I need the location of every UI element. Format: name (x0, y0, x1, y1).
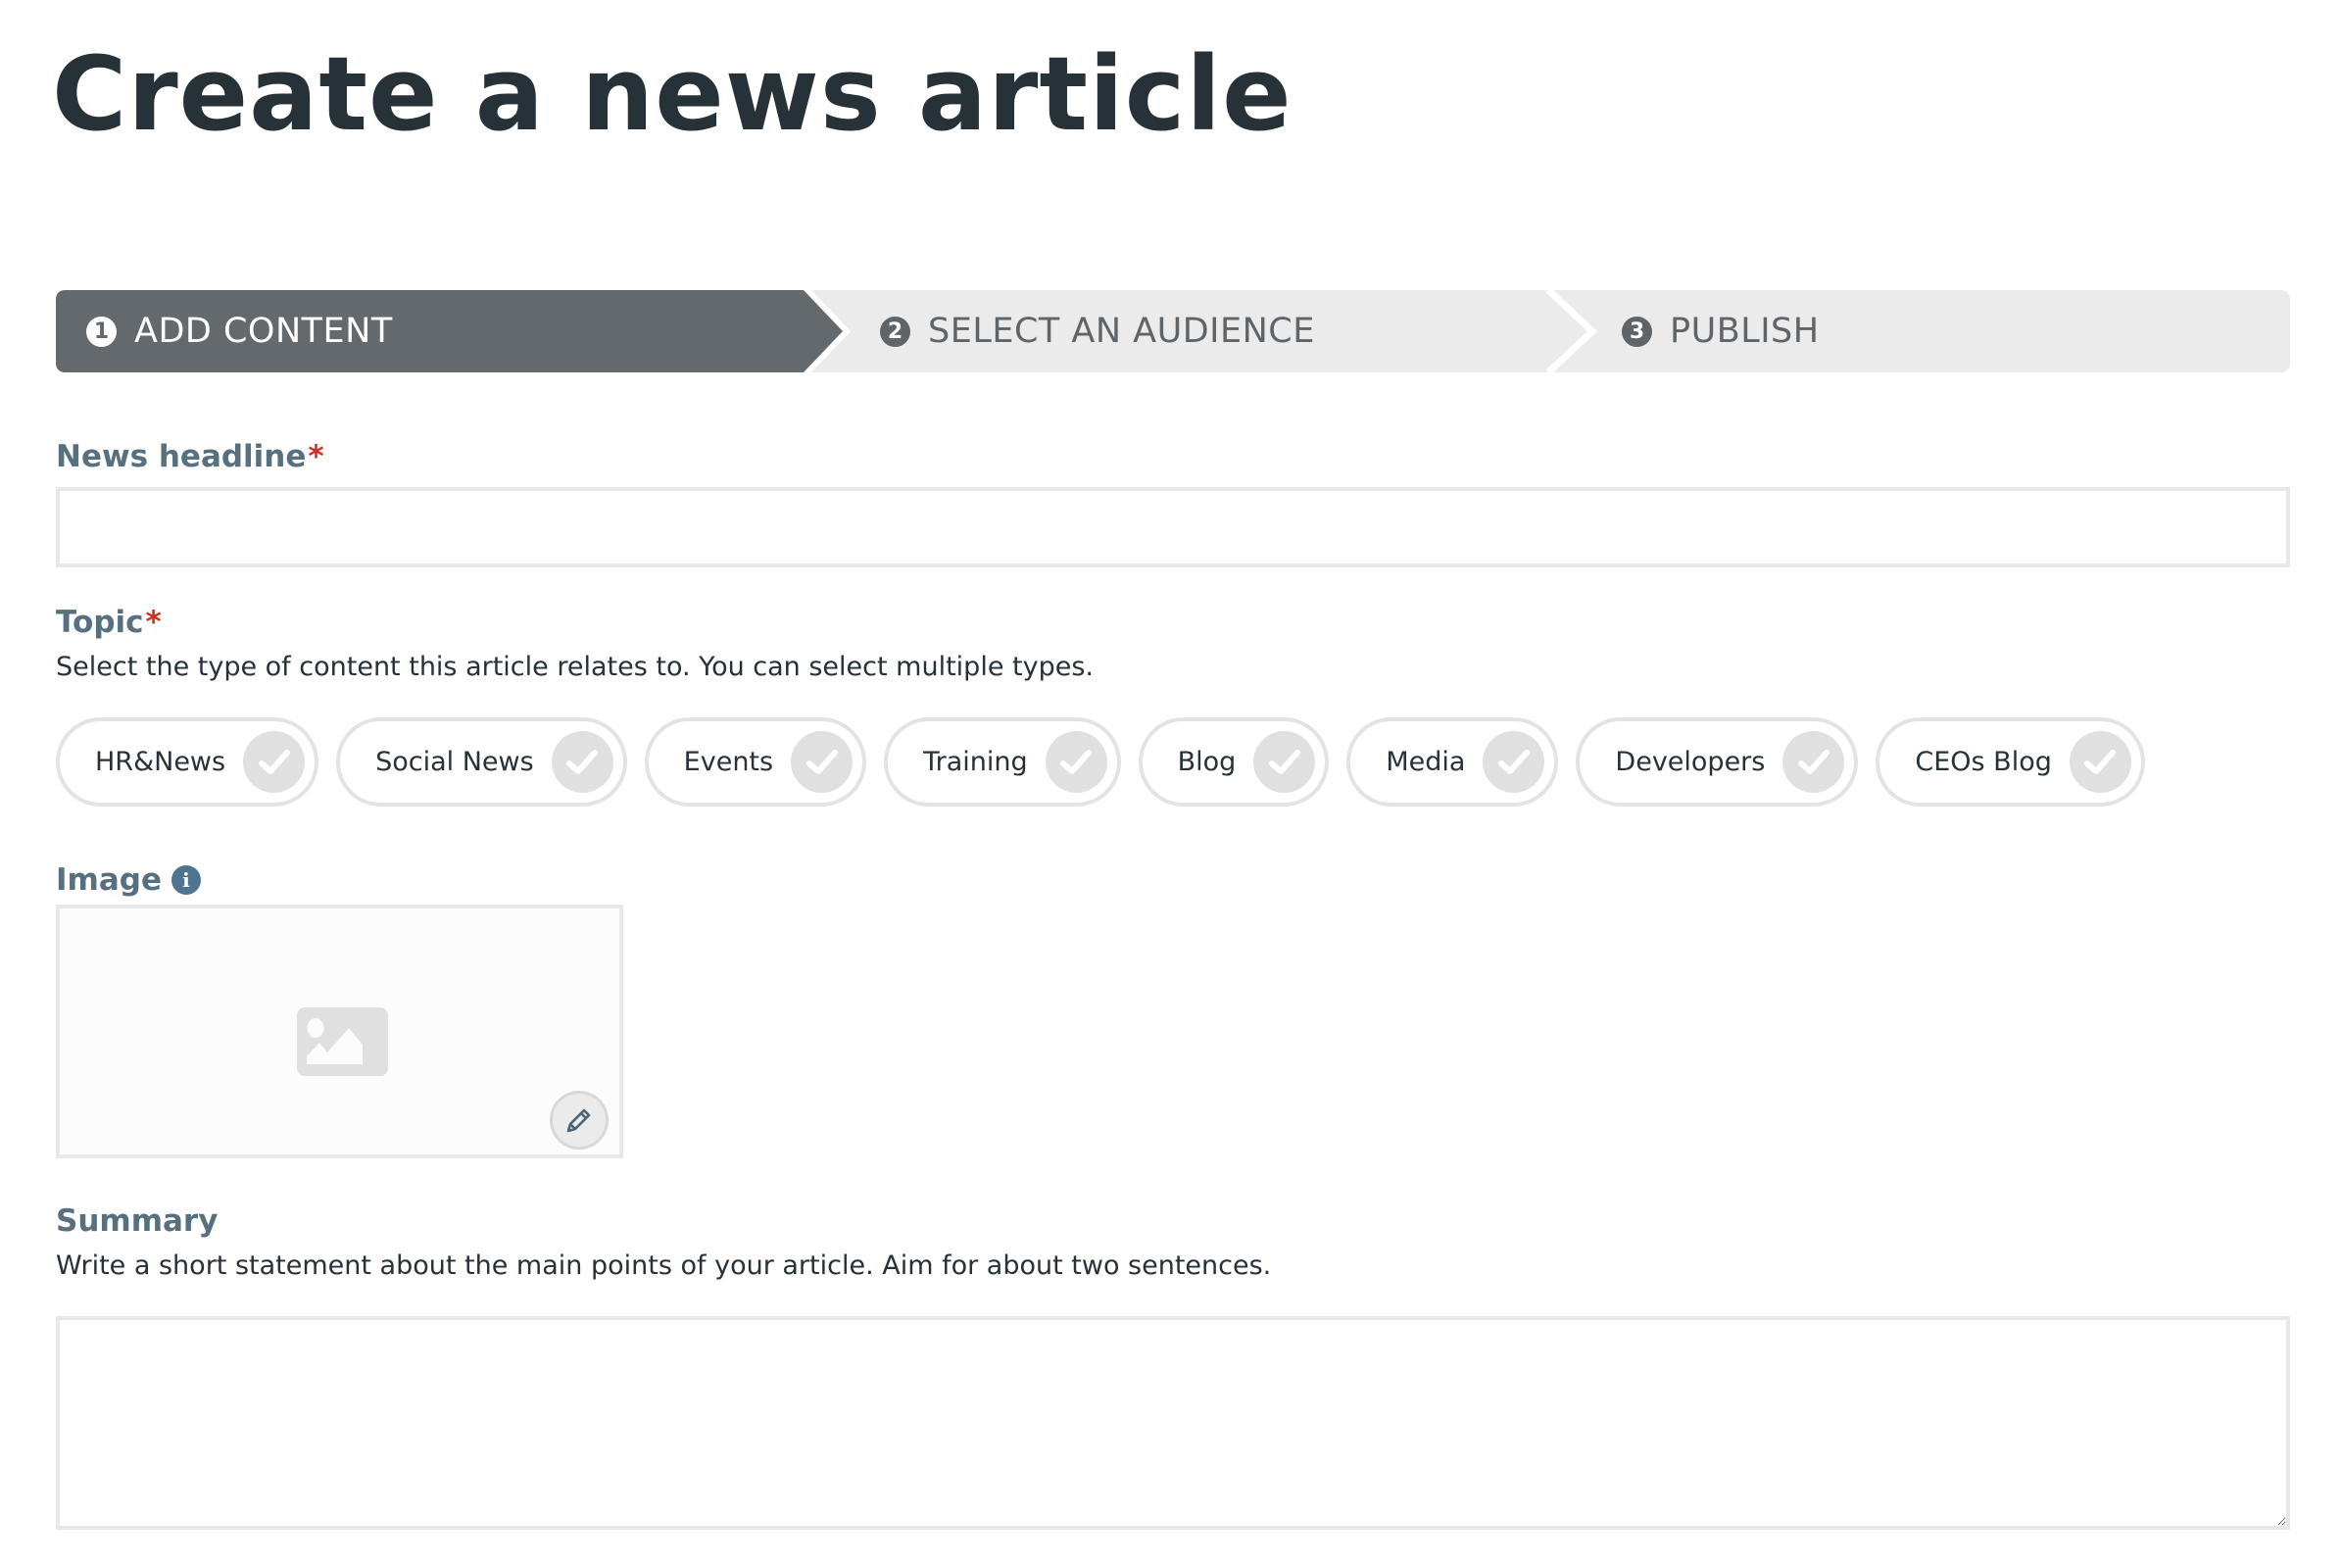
check-icon (1253, 731, 1316, 793)
topic-chip-hr-news[interactable]: HR&News (56, 717, 319, 807)
check-icon (551, 731, 613, 793)
chip-label: Media (1386, 747, 1466, 777)
step-label: PUBLISH (1670, 312, 1820, 351)
topic-chip-training[interactable]: Training (884, 717, 1121, 807)
topic-chip-ceos-blog[interactable]: CEOs Blog (1876, 717, 2145, 807)
chip-label: Developers (1615, 747, 1766, 777)
step-number-icon: 1 (86, 316, 117, 347)
headline-label-text: News headline (56, 439, 307, 474)
chip-label: Training (923, 747, 1028, 777)
check-icon (1782, 731, 1845, 793)
headline-label: News headline * (56, 439, 324, 474)
step-publish[interactable]: 3 PUBLISH (1622, 290, 1820, 372)
chip-label: Events (683, 747, 774, 777)
image-placeholder-icon (297, 1007, 388, 1076)
topic-label: Topic * (56, 605, 162, 640)
topic-chip-media[interactable]: Media (1346, 717, 1559, 807)
summary-label: Summary (56, 1203, 218, 1239)
summary-textarea[interactable] (56, 1316, 2290, 1530)
headline-input[interactable] (56, 487, 2290, 567)
required-marker: * (145, 605, 162, 640)
check-icon (1045, 731, 1107, 793)
summary-help-text: Write a short statement about the main p… (56, 1250, 1272, 1281)
chip-label: Social News (375, 747, 534, 777)
topic-chip-blog[interactable]: Blog (1138, 717, 1330, 807)
edit-image-button[interactable] (550, 1091, 609, 1150)
topic-chip-developers[interactable]: Developers (1576, 717, 1859, 807)
image-upload-area[interactable] (56, 905, 623, 1158)
chip-label: Blog (1177, 747, 1237, 777)
topic-chip-events[interactable]: Events (644, 717, 867, 807)
page-title: Create a news article (52, 34, 1293, 154)
check-icon (243, 731, 306, 793)
progress-stepper: 1 ADD CONTENT 2 SELECT AN AUDIENCE 3 PUB… (56, 287, 2290, 375)
required-marker: * (308, 439, 324, 474)
topic-chip-social-news[interactable]: Social News (336, 717, 627, 807)
image-label-text: Image (56, 862, 162, 898)
topic-label-text: Topic (56, 605, 144, 640)
topic-chip-group: HR&News Social News Events Training Blog… (56, 717, 2145, 807)
step-label: ADD CONTENT (134, 312, 393, 351)
pencil-icon (566, 1108, 591, 1133)
topic-help-text: Select the type of content this article … (56, 652, 1094, 682)
summary-label-text: Summary (56, 1203, 219, 1239)
check-icon (2069, 731, 2131, 793)
step-select-audience[interactable]: 2 SELECT AN AUDIENCE (880, 290, 1315, 372)
step-add-content[interactable]: 1 ADD CONTENT (86, 290, 393, 372)
image-label: Image i (56, 862, 201, 898)
chip-label: CEOs Blog (1915, 747, 2052, 777)
check-icon (791, 731, 854, 793)
info-icon[interactable]: i (171, 865, 201, 895)
chip-label: HR&News (95, 747, 226, 777)
check-icon (1483, 731, 1545, 793)
step-number-icon: 2 (880, 316, 910, 347)
step-label: SELECT AN AUDIENCE (928, 312, 1315, 351)
step-number-icon: 3 (1622, 316, 1652, 347)
